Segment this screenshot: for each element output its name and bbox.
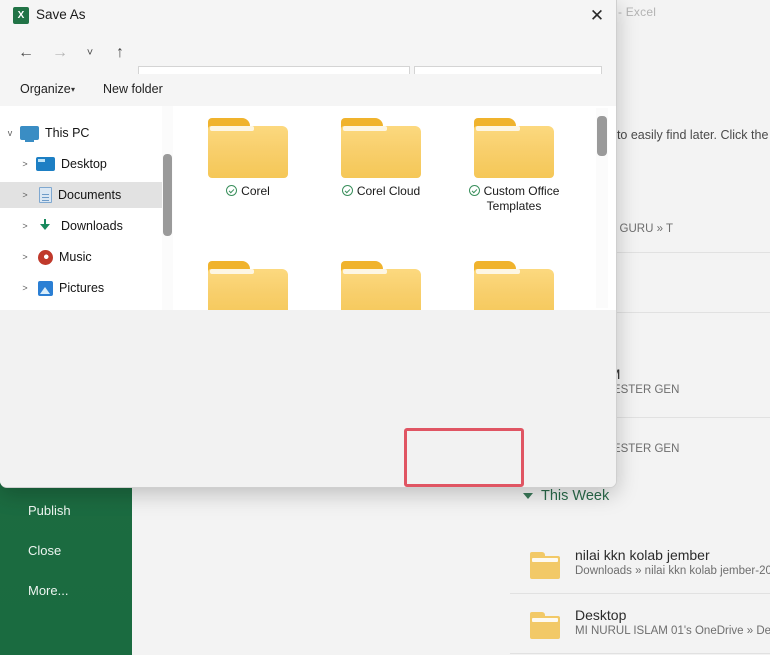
folder-icon [530, 612, 560, 639]
week-item-path: MI NURUL ISLAM 01's OneDrive » Desk [575, 625, 770, 637]
new-folder-button[interactable]: New folder [103, 82, 163, 96]
sidebar-item-label: Desktop [61, 157, 107, 171]
synced-icon [226, 185, 238, 196]
backstage-item-more[interactable]: More... [28, 583, 68, 598]
folder-icon [341, 261, 421, 310]
file-item-label: Corel Cloud [341, 184, 421, 199]
chevron-right-icon[interactable]: > [14, 283, 36, 293]
chevron-down-icon[interactable]: ▾ [71, 85, 75, 94]
week-divider [510, 653, 770, 654]
arrow-left-icon[interactable]: ← [12, 39, 40, 67]
dialog-footer: ˄ Hide Folders Tools Save Cancel ◢ [0, 430, 616, 487]
week-item-desktop[interactable]: Desktop MI NURUL ISLAM 01's OneDrive » D… [510, 607, 770, 639]
week-item-path: Downloads » nilai kkn kolab jember-20 [575, 565, 770, 577]
file-item-name: Custom Office Templates [483, 184, 560, 213]
navigation-tree: v This PC > Desktop > Documents > Downlo… [0, 106, 170, 310]
music-icon [38, 249, 53, 265]
synced-icon [468, 185, 480, 196]
file-item-row2-b[interactable] [317, 261, 445, 310]
backstage-item-close[interactable]: Close [28, 543, 61, 558]
folder-icon [341, 118, 421, 178]
chevron-down-icon [523, 493, 533, 499]
file-item-corel-cloud[interactable]: Corel Cloud [317, 118, 445, 200]
file-item-row2-a[interactable] [184, 261, 312, 310]
folder-icon [474, 118, 554, 178]
organize-button[interactable]: Organize [20, 82, 71, 96]
sidebar-item-label: This PC [45, 126, 90, 140]
arrow-up-icon[interactable]: ↑ [106, 39, 134, 67]
close-icon[interactable]: ✕ [583, 3, 611, 29]
folder-icon [208, 261, 288, 310]
week-item-nilai-kkn[interactable]: nilai kkn kolab jember Downloads » nilai… [510, 547, 770, 579]
file-item-label: Corel [226, 184, 270, 199]
group-header-this-week[interactable]: This Week [523, 488, 609, 504]
desktop-icon [36, 157, 55, 171]
week-item-title: nilai kkn kolab jember [575, 547, 710, 563]
folder-icon [208, 118, 288, 178]
downloads-icon [36, 218, 55, 234]
folder-icon [530, 552, 560, 579]
file-item-label: Custom Office Templates [450, 184, 578, 214]
chevron-right-icon[interactable]: > [14, 190, 36, 200]
chevron-down-icon[interactable]: ˅ [76, 39, 104, 67]
browser-area: v This PC > Desktop > Documents > Downlo… [0, 106, 616, 310]
documents-icon [39, 187, 52, 203]
sidebar-item-label: Documents [58, 188, 122, 202]
folder-icon [474, 261, 554, 310]
sidebar-item-this-pc[interactable]: v This PC [0, 120, 165, 146]
week-divider [510, 593, 770, 594]
chevron-right-icon[interactable]: > [14, 252, 36, 262]
tree-scrollbar-thumb[interactable] [163, 154, 172, 236]
sidebar-item-pictures[interactable]: > Pictures [0, 275, 165, 301]
file-list: Corel Corel Cloud Custom Office Template… [174, 106, 616, 310]
file-item-corel[interactable]: Corel [184, 118, 312, 200]
backstage-item-publish[interactable]: Publish [28, 503, 71, 518]
file-item-name: Corel [241, 184, 270, 198]
week-item-title: Desktop [575, 607, 627, 623]
sidebar-item-label: Downloads [61, 219, 123, 233]
sidebar-item-label: Music [59, 250, 92, 264]
sidebar-item-desktop[interactable]: > Desktop [0, 151, 165, 177]
computer-icon [20, 126, 39, 142]
excel-icon: X [13, 7, 29, 24]
file-item-row2-c[interactable] [450, 261, 578, 310]
save-as-dialog: X Save As ✕ ← → ˅ ↑ › This ... › Docume.… [0, 0, 617, 488]
dialog-titlebar: X Save As ✕ [0, 0, 616, 32]
file-list-scrollbar-thumb[interactable] [597, 116, 607, 156]
file-item-name: Corel Cloud [356, 184, 421, 198]
navigation-bar: ← → ˅ ↑ › This ... › Docume... ˅ ↻ Searc… [0, 32, 616, 97]
dialog-title: Save As [36, 7, 86, 22]
chevron-right-icon[interactable]: > [14, 221, 36, 231]
synced-icon [341, 185, 353, 196]
sidebar-item-downloads[interactable]: > Downloads [0, 213, 165, 239]
sidebar-item-documents[interactable]: > Documents [0, 182, 165, 208]
arrow-right-icon[interactable]: → [46, 39, 74, 67]
sidebar-item-label: Pictures [59, 281, 105, 295]
command-bar: Organize ▾ New folder ▾ ? [0, 74, 616, 172]
file-item-custom-office-templates[interactable]: Custom Office Templates [450, 118, 578, 215]
sidebar-item-music[interactable]: > Music [0, 244, 165, 270]
excel-window-title: - Excel [618, 5, 657, 19]
pictures-icon [38, 280, 53, 296]
group-label: This Week [541, 488, 610, 504]
chevron-right-icon[interactable]: > [14, 159, 36, 169]
chevron-down-icon[interactable]: v [0, 128, 20, 138]
save-form: File name: Book1.xls ˅ Save as type: Exc… [0, 310, 616, 430]
